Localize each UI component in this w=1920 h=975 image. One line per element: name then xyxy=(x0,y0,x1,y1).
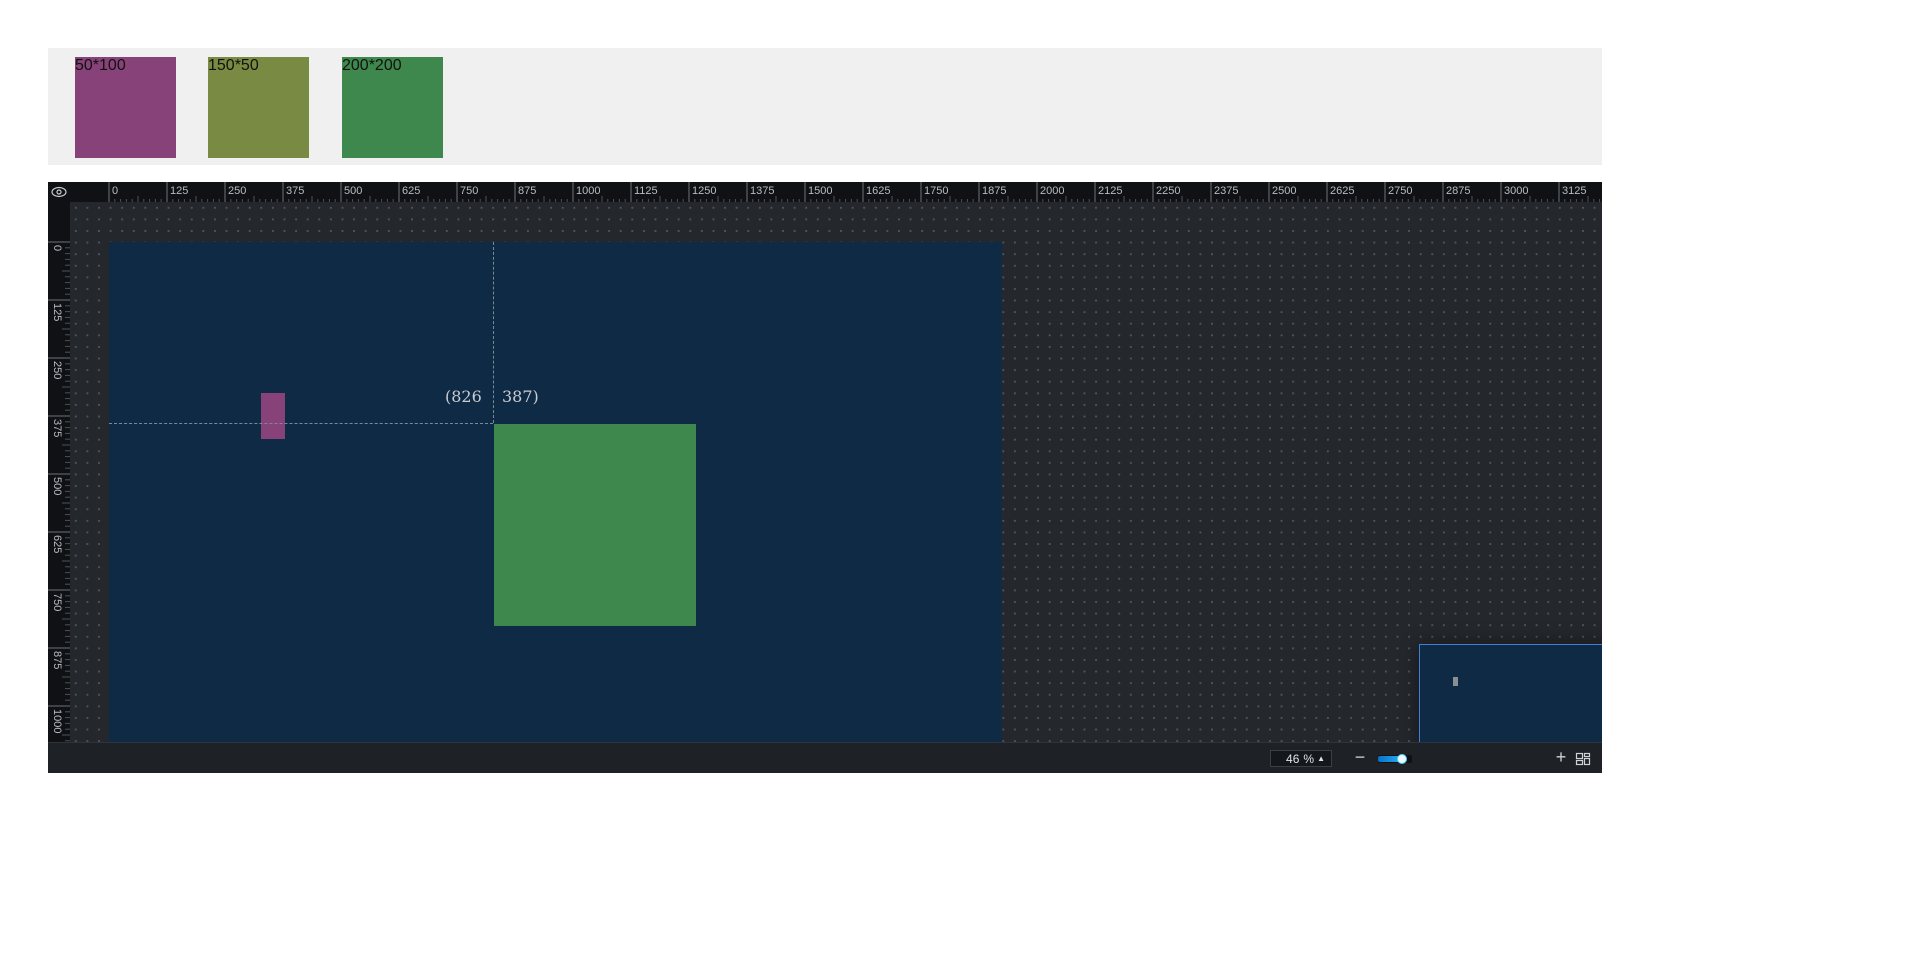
ruler-tick-label: 250 xyxy=(51,361,63,380)
ruler-tick-label: 1625 xyxy=(866,185,891,197)
zoom-unit: % xyxy=(1303,751,1315,766)
minimap[interactable] xyxy=(1419,644,1602,742)
ruler-tick-label: 375 xyxy=(286,185,305,197)
ruler-tick-label: 2125 xyxy=(1098,185,1123,197)
ruler-tick-label: 125 xyxy=(170,185,189,197)
shape-200x200[interactable] xyxy=(494,424,696,626)
ruler-tick-label: 875 xyxy=(518,185,537,197)
shape-palette: 50*100 150*50 200*200 xyxy=(48,48,1602,165)
ruler-tick-label: 1875 xyxy=(982,185,1007,197)
ruler-tick-label: 1750 xyxy=(924,185,949,197)
zoom-input[interactable]: 46 % ▲ xyxy=(1270,750,1332,767)
ruler-tick-label: 1000 xyxy=(576,185,601,197)
palette-item-label: 50*100 xyxy=(75,57,126,74)
ruler-tick-label: 250 xyxy=(228,185,247,197)
workspace[interactable]: (826 387) xyxy=(70,202,1602,742)
ruler-tick-label: 2625 xyxy=(1330,185,1355,197)
palette-item-200x200[interactable]: 200*200 xyxy=(342,57,443,158)
ruler-tick-label: 0 xyxy=(112,185,119,197)
ruler-tick-label: 625 xyxy=(402,185,421,197)
ruler-tick-label: 750 xyxy=(460,185,479,197)
ruler-tick-label: 500 xyxy=(344,185,363,197)
design-canvas[interactable]: (826 387) xyxy=(109,242,1002,742)
plus-icon: + xyxy=(1555,747,1567,767)
ruler-tick-label: 500 xyxy=(51,477,63,496)
palette-item-150x50[interactable]: 150*50 xyxy=(208,57,309,158)
zoom-out-button[interactable]: − xyxy=(1351,747,1369,767)
vertical-ruler: 0 125 250 375 500 625 750 875 1000 xyxy=(48,202,70,742)
palette-item-50x100[interactable]: 50*100 xyxy=(75,57,176,158)
ruler-visibility-toggle[interactable] xyxy=(48,182,71,203)
ruler-tick-label: 3000 xyxy=(1504,185,1529,197)
status-bar: 46 % ▲ − + xyxy=(48,742,1602,773)
ruler-tick-label: 2750 xyxy=(1388,185,1413,197)
ruler-tick-label: 2000 xyxy=(1040,185,1065,197)
ruler-tick-label: 875 xyxy=(51,651,63,670)
zoom-slider[interactable] xyxy=(1378,754,1412,764)
ruler-tick-label: 2500 xyxy=(1272,185,1297,197)
ruler-tick-label: 1125 xyxy=(634,185,658,197)
coordinate-x-label: (826 xyxy=(445,387,482,406)
alignment-guide-horizontal xyxy=(109,423,493,424)
ruler-tick-label: 1250 xyxy=(692,185,717,197)
minus-icon: − xyxy=(1354,747,1366,767)
zoom-slider-thumb[interactable] xyxy=(1397,754,1408,764)
ruler-tick-label: 1000 xyxy=(51,709,63,734)
ruler-tick-label: 0 xyxy=(51,245,63,252)
palette-item-label: 200*200 xyxy=(342,57,402,74)
zoom-in-button[interactable]: + xyxy=(1552,748,1570,766)
ruler-tick-label: 125 xyxy=(51,303,63,322)
layout-grid-icon[interactable] xyxy=(1575,751,1591,767)
zoom-value: 46 xyxy=(1286,751,1300,766)
minimap-viewport[interactable] xyxy=(1453,677,1458,686)
ruler-tick-label: 2375 xyxy=(1214,185,1239,197)
ruler-tick-label: 375 xyxy=(51,419,63,438)
ruler-tick-label: 2250 xyxy=(1156,185,1181,197)
ruler-tick-label: 1500 xyxy=(808,185,833,197)
eye-icon xyxy=(51,186,67,198)
coordinate-y-label: 387) xyxy=(502,387,539,406)
ruler-tick-label: 1375 xyxy=(750,185,775,197)
horizontal-ruler: 0 125 250 375 500 625 750 875 1000 1125 1250 1375 15… xyxy=(70,182,1602,202)
ruler-tick-label: 625 xyxy=(51,535,63,554)
ruler-tick-label: 750 xyxy=(51,593,63,612)
ruler-tick-label: 2875 xyxy=(1446,185,1471,197)
alignment-guide-vertical xyxy=(493,242,494,423)
shape-50x100[interactable] xyxy=(261,393,285,439)
palette-item-label: 150*50 xyxy=(208,57,259,74)
caret-up-icon[interactable]: ▲ xyxy=(1317,754,1325,763)
ruler-tick-label: 3125 xyxy=(1562,185,1587,197)
canvas-editor: 0 125 250 375 500 625 750 875 1000 1125 1250 1375 15… xyxy=(48,182,1602,773)
